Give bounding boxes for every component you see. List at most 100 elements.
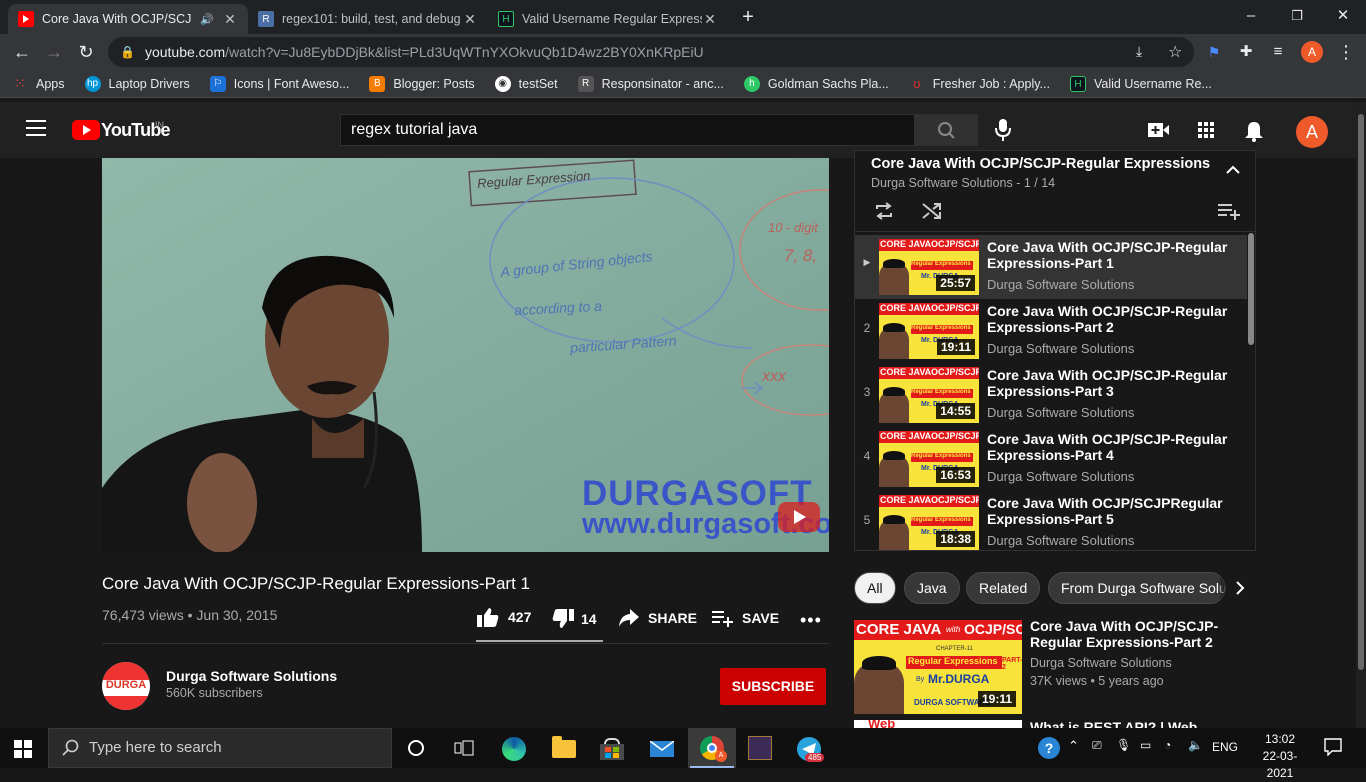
chip-related[interactable]: Related bbox=[966, 572, 1041, 604]
playlist-item[interactable]: 3 CORE JAVA OCJP/SCJP Regular Expressions Mr… bbox=[855, 363, 1247, 427]
channel-name[interactable]: Durga Software Solutions bbox=[166, 668, 337, 684]
playlist-add-icon[interactable] bbox=[1217, 201, 1241, 226]
wifi-icon[interactable]: ◔ bbox=[1164, 738, 1171, 752]
media-control-icon[interactable]: ≡ bbox=[1266, 40, 1290, 64]
playlist-item-title[interactable]: Core Java With OCJP/SCJP-Regular Express… bbox=[987, 367, 1243, 399]
playlist-item-title[interactable]: Core Java With OCJP/SCJP-Regular Express… bbox=[987, 431, 1243, 463]
reload-icon[interactable]: ↻ bbox=[74, 40, 98, 64]
playlist-item-thumbnail[interactable]: CORE JAVA OCJP/SCJP Regular Expressions Mr.… bbox=[879, 431, 979, 487]
bookmark-responsinator[interactable]: R Responsinator - anc... bbox=[577, 75, 724, 92]
address-bar[interactable]: 🔒 youtube.com/watch?v=Ju8EybDDjBk&list=P… bbox=[108, 37, 1194, 67]
extension-flag-icon[interactable]: ⚑ bbox=[1202, 40, 1226, 64]
windows-start-icon[interactable] bbox=[14, 740, 32, 763]
playlist-item-thumbnail[interactable]: CORE JAVA OCJP/SCJP Regular Expressions Mr.… bbox=[879, 303, 979, 359]
bookmark-laptop-drivers[interactable]: hp Laptop Drivers bbox=[84, 75, 190, 92]
playlist-item-thumbnail[interactable]: CORE JAVA OCJP/SCJP Regular Expressions Mr.… bbox=[879, 367, 979, 423]
forward-arrow-icon[interactable]: → bbox=[42, 40, 66, 64]
bookmark-blogger[interactable]: B Blogger: Posts bbox=[369, 75, 475, 92]
more-actions-icon[interactable]: ••• bbox=[800, 610, 822, 631]
bookmark-goldman[interactable]: h Goldman Sachs Pla... bbox=[743, 75, 889, 92]
bookmark-fresher-job[interactable]: ʊ Fresher Job : Apply... bbox=[909, 76, 1050, 92]
playlist-item-thumbnail[interactable]: CORE JAVA OCJP/SCJP Regular Expressions Mr.… bbox=[879, 239, 979, 295]
microsoft-store-icon[interactable] bbox=[600, 738, 624, 760]
chip-all[interactable]: All bbox=[854, 572, 896, 604]
collapse-chevron-icon[interactable] bbox=[1225, 163, 1241, 179]
playlist-scrollbar[interactable] bbox=[1248, 233, 1254, 345]
microphone-icon[interactable] bbox=[994, 118, 1012, 147]
bookmark-font-awesome[interactable]: ⚐ Icons | Font Aweso... bbox=[209, 75, 349, 92]
notifications-bell-icon[interactable] bbox=[1244, 120, 1264, 147]
like-button[interactable]: 427 bbox=[476, 606, 531, 628]
browser-tab-hackerrank[interactable]: H Valid Username Regular Expressi ✕ bbox=[488, 4, 728, 34]
browser-tab-active[interactable]: Core Java With OCJP/SCJP-R 🔊 ✕ bbox=[8, 4, 248, 34]
recommended-channel[interactable]: Durga Software Solutions bbox=[1030, 656, 1172, 670]
clock[interactable]: 13:02 22-03-2021 bbox=[1250, 731, 1310, 782]
close-tab-icon[interactable]: ✕ bbox=[462, 11, 478, 28]
install-app-icon[interactable]: ⤓ bbox=[1136, 43, 1142, 60]
page-scrollbar-thumb[interactable] bbox=[1358, 114, 1364, 670]
recommended-thumbnail-2[interactable]: Web bbox=[854, 720, 1022, 728]
page-scrollbar-track[interactable] bbox=[1356, 102, 1366, 728]
subscribe-button[interactable]: SUBSCRIBE bbox=[720, 668, 826, 705]
extensions-puzzle-icon[interactable]: ✚ bbox=[1234, 40, 1258, 64]
browser-tab-regex101[interactable]: R regex101: build, test, and debug ✕ bbox=[248, 4, 488, 34]
notification-center-icon[interactable] bbox=[1324, 738, 1342, 761]
bookmark-apps[interactable]: ⁙ Apps bbox=[12, 76, 64, 92]
share-button[interactable]: SHARE bbox=[618, 608, 697, 628]
file-explorer-icon[interactable] bbox=[552, 736, 576, 758]
close-tab-icon[interactable]: ✕ bbox=[222, 11, 238, 28]
new-tab-plus-icon[interactable]: + bbox=[736, 6, 760, 30]
search-button[interactable] bbox=[914, 114, 978, 146]
playlist-item[interactable]: 4 CORE JAVA OCJP/SCJP Regular Expressions Mr… bbox=[855, 427, 1247, 491]
mail-icon[interactable] bbox=[649, 740, 675, 757]
video-player[interactable]: Regular Expression A group of String obj… bbox=[102, 158, 829, 552]
cortana-icon[interactable] bbox=[408, 740, 424, 756]
minimize-window-icon[interactable]: – bbox=[1228, 4, 1274, 28]
help-icon[interactable]: ? bbox=[1038, 737, 1060, 759]
close-tab-icon[interactable]: ✕ bbox=[702, 11, 718, 28]
microphone-tray-icon[interactable]: 🎙 bbox=[1116, 738, 1131, 752]
recommended-title[interactable]: Core Java With OCJP/SCJP- Regular Expres… bbox=[1030, 618, 1218, 650]
user-avatar[interactable]: A bbox=[1296, 116, 1328, 148]
recommended-thumbnail[interactable]: CORE JAVA with OCJP/SCJP CHAPTER-11 Regu… bbox=[854, 620, 1022, 714]
loop-icon[interactable] bbox=[873, 201, 895, 226]
chip-from-channel[interactable]: From Durga Software Solutions bbox=[1048, 572, 1226, 604]
playlist-item[interactable]: ▶ CORE JAVA OCJP/SCJP Regular Expressions Mr… bbox=[855, 235, 1247, 299]
chrome-taskbar-button[interactable]: A bbox=[688, 728, 736, 768]
chip-scroll-right[interactable] bbox=[1220, 572, 1266, 604]
bookmark-testset[interactable]: ◉ testSet bbox=[494, 75, 558, 92]
search-input[interactable]: regex tutorial java bbox=[340, 114, 915, 146]
playlist-title[interactable]: Core Java With OCJP/SCJP-Regular Express… bbox=[871, 156, 1210, 172]
playlist-item[interactable]: 2 CORE JAVA OCJP/SCJP Regular Expressions Mr… bbox=[855, 299, 1247, 363]
playlist-item-thumbnail[interactable]: CORE JAVA OCJP/SCJP Regular Expressions Mr.… bbox=[879, 495, 979, 550]
profile-avatar[interactable]: A bbox=[1301, 41, 1323, 63]
lock-icon[interactable]: 🔒 bbox=[120, 45, 135, 59]
audio-playing-icon[interactable]: 🔊 bbox=[200, 13, 214, 26]
show-hidden-icons-chevron-icon[interactable]: ⌃ bbox=[1068, 738, 1079, 754]
edge-browser-icon[interactable] bbox=[502, 737, 526, 761]
back-arrow-icon[interactable]: ← bbox=[10, 40, 34, 64]
battery-icon[interactable]: ▭ bbox=[1140, 738, 1151, 752]
apps-grid-icon[interactable] bbox=[1198, 122, 1214, 143]
recommended-title-2[interactable]: What is REST API? | Web bbox=[1030, 720, 1330, 728]
playlist-item-title[interactable]: Core Java With OCJP/SCJPRegular Expressi… bbox=[987, 495, 1243, 527]
bookmark-star-icon[interactable]: ☆ bbox=[1168, 42, 1182, 62]
game-app-icon[interactable] bbox=[748, 736, 772, 760]
youtube-logo-icon[interactable] bbox=[72, 120, 100, 140]
create-video-icon[interactable] bbox=[1148, 122, 1170, 143]
playlist-item-title[interactable]: Core Java With OCJP/SCJP-Regular Express… bbox=[987, 303, 1243, 335]
playlist-item-title[interactable]: Core Java With OCJP/SCJP-Regular Express… bbox=[987, 239, 1243, 271]
close-window-icon[interactable]: ✕ bbox=[1320, 4, 1366, 28]
language-indicator[interactable]: ENG bbox=[1212, 740, 1238, 754]
taskbar-search-input[interactable]: Type here to search bbox=[48, 728, 392, 768]
hamburger-menu-icon[interactable] bbox=[26, 120, 46, 136]
volume-icon[interactable]: 🔈 bbox=[1188, 738, 1203, 752]
save-button[interactable]: SAVE bbox=[712, 609, 779, 627]
channel-avatar[interactable]: DURGA bbox=[102, 662, 150, 710]
bookmark-valid-username[interactable]: H Valid Username Re... bbox=[1069, 75, 1212, 92]
dislike-button[interactable]: 14 bbox=[551, 608, 597, 630]
task-view-icon[interactable] bbox=[454, 740, 474, 761]
playlist-item[interactable]: 5 CORE JAVA OCJP/SCJP Regular Expressions Mr… bbox=[855, 491, 1247, 550]
restore-window-icon[interactable]: ❐ bbox=[1274, 4, 1320, 28]
chip-java[interactable]: Java bbox=[904, 572, 960, 604]
